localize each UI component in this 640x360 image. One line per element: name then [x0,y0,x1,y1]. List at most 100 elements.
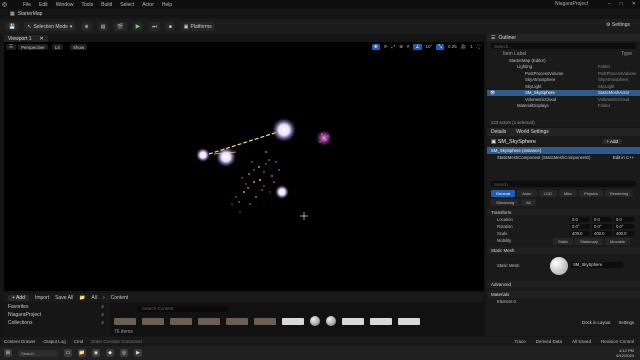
task-view-icon[interactable]: ▭ [64,349,72,357]
save-icon[interactable]: 💾 [6,22,19,31]
cmd-button[interactable]: Cmd [74,339,84,344]
folder-thumbnail[interactable] [142,318,164,325]
selected-actor-name[interactable]: SM_SkySphere [498,139,536,145]
content-search-input[interactable]: Search Content [138,306,228,312]
transform-section-header[interactable]: Transform [487,209,640,216]
category-lod[interactable]: LOD [538,190,557,197]
folder-thumbnail[interactable] [226,318,248,325]
rotation-label[interactable]: Rotation [497,224,513,229]
menu-select[interactable]: Select [120,2,134,8]
visibility-eye-icon[interactable]: 👁 [490,90,495,96]
search-icon[interactable]: ⌕ [101,304,104,310]
menu-window[interactable]: Window [56,2,74,8]
settings-button[interactable]: ⚙ Settings [606,22,630,28]
minimize-icon[interactable]: – [608,1,611,7]
all-saved-status[interactable]: All Saved [572,339,591,344]
menu-help[interactable]: Help [162,2,172,8]
revision-control-button[interactable]: Revision Control [601,339,634,344]
mobility-movable[interactable]: Movable [605,238,631,245]
mesh-thumbnail[interactable] [550,257,568,275]
project-row[interactable]: NiagaraProject ⌕ [4,311,108,319]
blueprint-button[interactable]: ▤ [97,22,109,31]
tab-details[interactable]: Details [491,129,506,135]
breadcrumb-content[interactable]: Content [111,295,129,301]
category-misc[interactable]: Misc [558,190,578,197]
content-drawer-button[interactable]: Content Drawer [4,339,36,344]
search-icon[interactable]: ⌕ [101,320,104,326]
details-search-input[interactable]: Search [491,181,636,187]
taskbar-search-input[interactable]: Search [18,349,58,357]
browser-icon[interactable]: ◉ [92,349,100,357]
sphere-thumbnail[interactable] [326,316,336,326]
rotation-y-field[interactable]: 0.0° [592,224,612,229]
asset-thumbnail[interactable] [282,318,304,325]
tab-world-settings[interactable]: World Settings [516,129,548,135]
add-component-button[interactable]: + Add [602,139,622,144]
favorites-row[interactable]: Favorites ⌕ [4,303,108,311]
trace-button[interactable]: Trace [514,339,525,344]
category-physics[interactable]: Physics [579,190,603,197]
folder-thumbnail[interactable] [198,318,220,325]
menu-file[interactable]: File [23,2,31,8]
collections-row[interactable]: Collections ⌕ [4,319,108,327]
folder-thumbnail[interactable] [170,318,192,325]
scale-label[interactable]: Scale [497,231,507,236]
asset-thumbnail[interactable] [342,318,364,325]
add-button[interactable]: + Add [8,294,29,301]
mobility-static[interactable]: Static [553,238,574,245]
sphere-thumbnail[interactable] [310,316,320,326]
unreal-logo-icon[interactable]: ◎ [0,0,9,9]
menu-tools[interactable]: Tools [81,2,93,8]
mesh-picker[interactable]: SM_SkySphere [571,262,623,268]
scale-x-field[interactable]: 400.0 [570,231,590,236]
unreal-taskbar-icon[interactable]: ◎ [120,349,128,357]
import-button[interactable]: Import [35,295,49,301]
taskbar-clock[interactable]: 4:12 PM 6/12/2024 [616,348,634,358]
app-icon[interactable]: ◆ [106,349,114,357]
file-explorer-icon[interactable]: 📁 [78,349,86,357]
outliner-search-input[interactable]: Search... [491,43,636,49]
console-command-input[interactable]: Enter Console Command [91,339,142,344]
maximize-icon[interactable]: □ [620,1,623,7]
materials-section-header[interactable]: Materials [487,291,640,298]
static-mesh-section-header[interactable]: Static Mesh [487,247,640,254]
asset-thumbnail[interactable] [370,318,392,325]
category-streaming[interactable]: Streaming [491,199,520,206]
category-rendering[interactable]: Rendering [604,190,634,197]
edit-in-cpp-link[interactable]: Edit in C++ [613,155,634,160]
level-viewport[interactable]: ☰ Perspective Lit Show ✥ ⟳ ⤢ ⊕ # ∠ 10° ⤡… [4,42,484,291]
category-actor[interactable]: Actor [517,190,537,197]
close-icon[interactable]: ✕ [632,1,636,7]
breadcrumb-all[interactable]: All [91,295,97,301]
asset-thumbnail[interactable] [398,318,420,325]
location-x-field[interactable]: 0.0 [570,217,590,222]
location-y-field[interactable]: 0.0 [592,217,612,222]
scale-z-field[interactable]: 400.0 [614,231,634,236]
close-icon[interactable]: ✕ [40,36,44,42]
quick-add-button[interactable]: ⊕ [81,22,92,31]
menu-edit[interactable]: Edit [39,2,48,8]
derived-data-button[interactable]: Derived Data [536,339,562,344]
component-row-instance[interactable]: SM_SkySphere (Instance) [487,147,640,154]
windows-start-icon[interactable]: ⊞ [4,349,12,357]
stop-button[interactable]: ■ [165,22,175,31]
save-all-button[interactable]: Save All [55,295,73,301]
location-label[interactable]: Location [497,217,513,222]
play-button[interactable]: ▶ [132,22,144,31]
component-row-static-mesh[interactable]: StaticMeshComponent (StaticMeshComponent… [487,154,640,161]
map-tab[interactable]: ▦ StarterMap [10,10,42,18]
folder-thumbnail[interactable] [114,318,136,325]
output-log-button[interactable]: Output Log [44,339,66,344]
advanced-section-header[interactable]: Advanced [487,281,640,288]
outliner-tab[interactable]: ☰ Outliner [487,34,640,41]
outliner-row[interactable]: MaterialDisplays Folder [487,103,640,110]
viewport-tab[interactable]: Viewport 1 ✕ [4,35,48,42]
scale-y-field[interactable]: 400.0 [592,231,612,236]
search-icon[interactable]: ⌕ [101,312,104,318]
folder-icon[interactable]: 📁 [79,295,85,301]
mobility-stationary[interactable]: Stationary [575,238,604,245]
rotation-x-field[interactable]: 0.0° [570,224,590,229]
rotation-z-field[interactable]: 0.0° [614,224,634,229]
location-z-field[interactable]: 0.0 [614,217,634,222]
dock-in-layout-button[interactable]: Dock in Layout [582,320,610,325]
